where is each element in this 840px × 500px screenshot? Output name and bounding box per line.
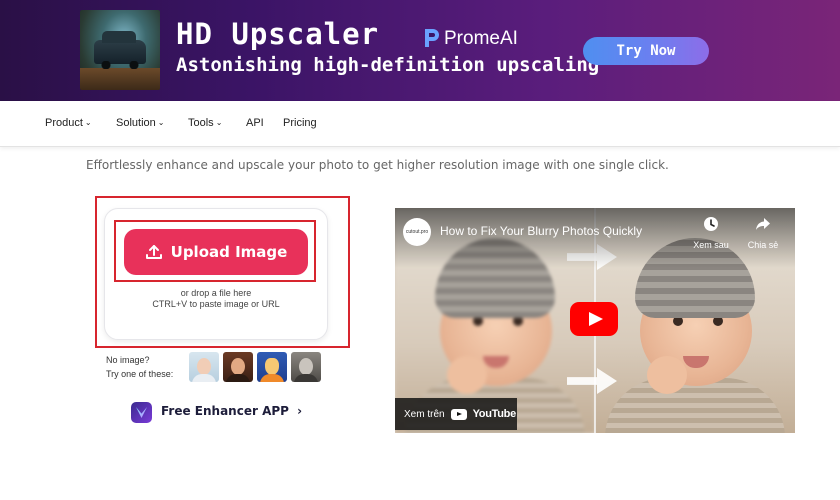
- promeai-logo-icon: [425, 29, 439, 47]
- banner-subtitle: Astonishing high-definition upscaling: [176, 54, 600, 76]
- upload-image-button[interactable]: Upload Image: [124, 229, 308, 275]
- watch-on-label: Xem trên: [404, 408, 445, 420]
- watch-later-label: Xem sau: [693, 240, 729, 250]
- try-samples-label: Try one of these:: [106, 369, 174, 379]
- video-title-bar: [395, 208, 795, 268]
- enhancer-app-icon[interactable]: [131, 402, 152, 423]
- free-enhancer-app-link[interactable]: Free Enhancer APP ›: [161, 404, 302, 418]
- nav-item-label: Pricing: [283, 117, 317, 129]
- chevron-right-icon: ›: [297, 404, 303, 418]
- app-link-label: Free Enhancer APP: [161, 404, 289, 418]
- sample-face-shape: [265, 358, 279, 375]
- nav-item-pricing[interactable]: Pricing: [283, 117, 317, 129]
- upload-button-label: Upload Image: [170, 243, 288, 261]
- nav-item-solution[interactable]: Solution ⌄: [116, 117, 164, 129]
- nav-item-label: Tools: [188, 117, 214, 129]
- video-title[interactable]: How to Fix Your Blurry Photos Quickly: [440, 224, 642, 238]
- sample-woman-icon[interactable]: [223, 352, 253, 382]
- paste-hint: CTRL+V to paste image or URL: [152, 299, 280, 309]
- youtube-video-embed[interactable]: cutout.pro How to Fix Your Blurry Photos…: [395, 208, 795, 433]
- sample-bw-portrait-icon[interactable]: [291, 352, 321, 382]
- baby-hand-shape: [447, 356, 487, 394]
- sample-face-shape: [231, 358, 245, 375]
- sample-body-shape: [192, 374, 216, 382]
- chevron-down-icon: ⌄: [215, 118, 223, 127]
- sample-portrait-icon[interactable]: [189, 352, 219, 382]
- youtube-logo-icon: [450, 408, 467, 420]
- sample-body-shape: [260, 374, 284, 382]
- watch-later-button[interactable]: Xem sau: [689, 216, 733, 250]
- page-tagline: Effortlessly enhance and upscale your ph…: [86, 158, 669, 172]
- promeai-brand-name: PromeAI: [444, 28, 518, 49]
- sample-body-shape: [226, 374, 250, 382]
- sample-body-shape: [294, 374, 318, 382]
- nav-item-api[interactable]: API: [246, 117, 264, 129]
- nav-item-product[interactable]: Product ⌄: [45, 117, 92, 129]
- youtube-wordmark: YouTube: [472, 408, 517, 420]
- youtube-play-icon[interactable]: [570, 302, 618, 336]
- channel-avatar[interactable]: cutout.pro: [403, 218, 431, 246]
- nav-item-tools[interactable]: Tools ⌄: [188, 117, 222, 129]
- chevron-down-icon: ⌄: [157, 118, 165, 127]
- upload-icon: [145, 245, 162, 259]
- banner-car-shape: [94, 31, 146, 69]
- watch-on-youtube-button[interactable]: Xem trên YouTube: [395, 398, 517, 430]
- sample-face-shape: [299, 358, 313, 375]
- no-image-label: No image?: [106, 355, 150, 365]
- promo-banner[interactable]: HD Upscaler Astonishing high-definition …: [0, 0, 840, 101]
- share-button[interactable]: Chia sẻ: [741, 216, 785, 250]
- sample-face-shape: [197, 358, 211, 375]
- main-nav: Product ⌄ Solution ⌄ Tools ⌄ API Pricing: [0, 101, 840, 147]
- nav-item-label: Product: [45, 117, 83, 129]
- nav-item-label: API: [246, 117, 264, 129]
- banner-ground-shape: [80, 68, 160, 90]
- baby-hand-shape: [647, 356, 687, 394]
- clock-icon: [704, 217, 718, 231]
- chevron-down-icon: ⌄: [84, 118, 92, 127]
- share-label: Chia sẻ: [747, 240, 779, 250]
- banner-car-image: [80, 10, 160, 90]
- share-icon: [756, 218, 770, 230]
- banner-title: HD Upscaler: [176, 17, 380, 51]
- try-now-button[interactable]: Try Now: [583, 37, 709, 65]
- nav-item-label: Solution: [116, 117, 156, 129]
- baby-shirt-shape: [605, 378, 785, 433]
- drop-hint: or drop a file here: [180, 288, 252, 298]
- sample-anime-icon[interactable]: [257, 352, 287, 382]
